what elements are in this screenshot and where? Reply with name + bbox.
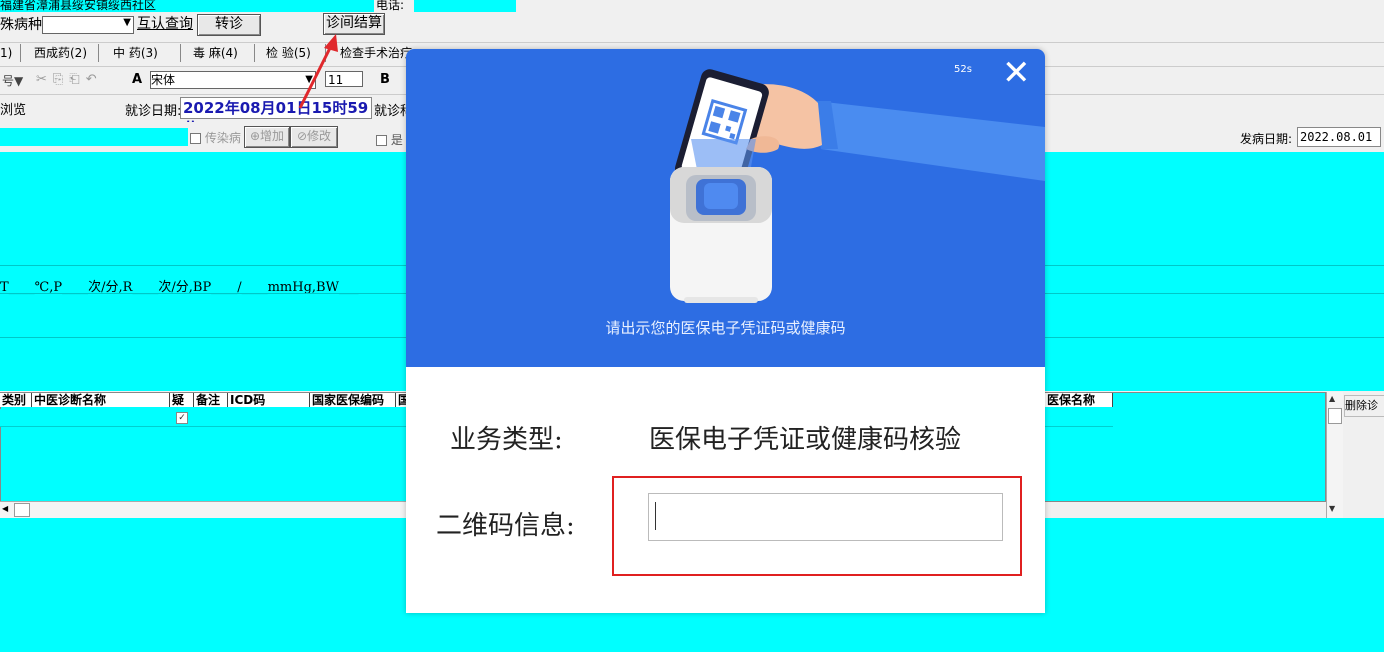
- biz-type-value: 医保电子凭证或健康码核验: [649, 425, 962, 455]
- qr-info-label: 二维码信息:: [436, 511, 575, 541]
- close-icon[interactable]: ✕: [1002, 53, 1031, 93]
- qr-scan-dialog: 52s ✕ 请出示您的医保电子凭证码或健康码 业务类型: 医保电子凭证或健康码核…: [406, 49, 1045, 613]
- countdown-timer: 52s: [954, 64, 972, 75]
- biz-type-label: 业务类型:: [450, 425, 563, 455]
- text-cursor: [655, 502, 656, 530]
- scan-prompt: 请出示您的医保电子凭证码或健康码: [605, 319, 846, 337]
- dialog-banner: 52s ✕ 请出示您的医保电子凭证码或健康码: [406, 49, 1045, 367]
- qr-info-input[interactable]: [648, 493, 1003, 541]
